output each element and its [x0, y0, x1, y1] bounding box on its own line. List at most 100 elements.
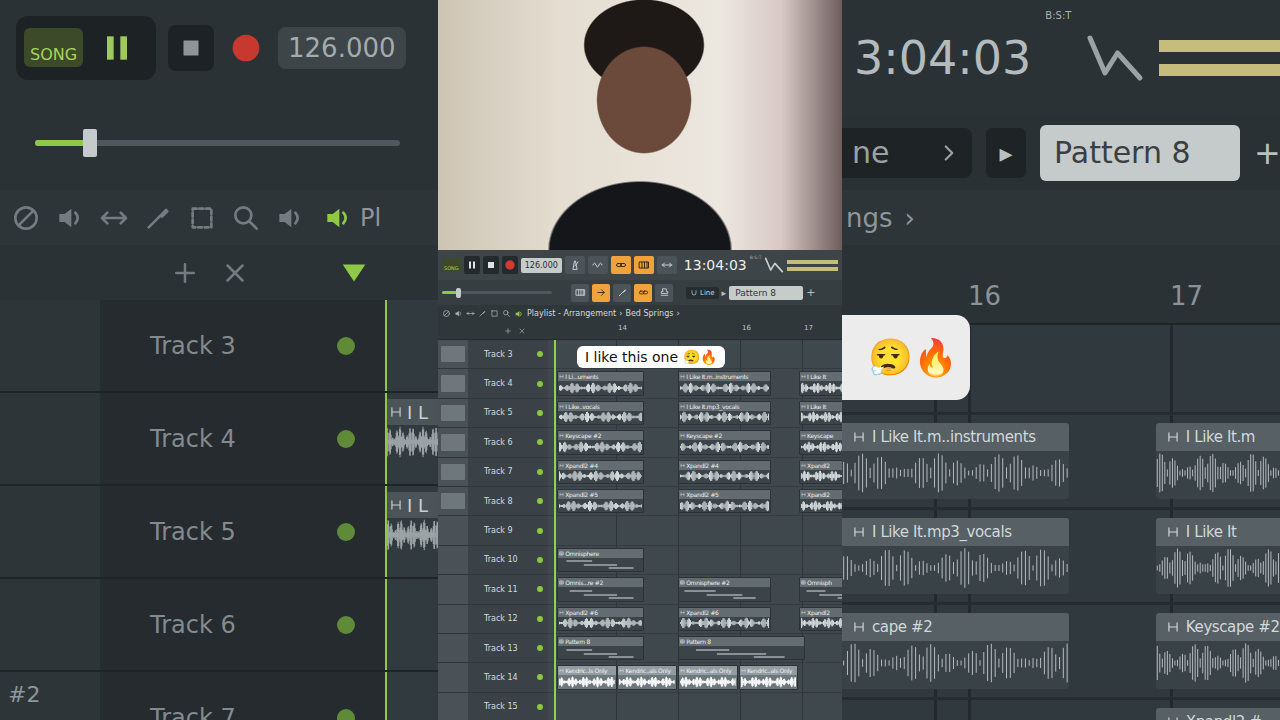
pattern-clip[interactable]: Omnisphere #2 [678, 577, 771, 601]
audio-clip[interactable]: I Like It.m..instruments [678, 371, 771, 395]
audio-clip[interactable]: Xpandl2 # [1156, 708, 1280, 720]
tool-button[interactable] [571, 284, 589, 302]
track-name[interactable]: Track 6 [100, 611, 337, 639]
audio-clip[interactable]: Keyscape #2 [678, 430, 771, 454]
toggle-button[interactable] [657, 256, 677, 274]
track-enable-dot[interactable] [537, 645, 543, 651]
audio-clip[interactable]: Keyscape #2 [1156, 613, 1280, 689]
track-enable-dot[interactable] [337, 523, 355, 541]
audio-clip[interactable]: I Li...uments [557, 371, 644, 395]
toggle-button[interactable] [565, 256, 585, 274]
track-name[interactable]: Track 4 [468, 379, 537, 388]
pattern-selector[interactable]: Pattern 8 [729, 286, 803, 300]
song-mode-button[interactable]: SONG [442, 258, 461, 273]
audio-clip[interactable]: I Like It [1156, 518, 1280, 594]
track-enable-dot[interactable] [337, 337, 355, 355]
audio-clip[interactable]: Xpandl2 #4 [678, 460, 771, 484]
master-volume-slider[interactable] [442, 291, 552, 294]
pause-icon[interactable] [97, 28, 137, 68]
audio-clip[interactable]: I Like It.mp3_vocals [842, 518, 1069, 594]
cross-icon[interactable] [518, 327, 526, 335]
snap-dropdown[interactable]: Line [686, 287, 719, 299]
audio-clip[interactable]: Xpandl2 #6 [678, 607, 771, 631]
pattern-clip[interactable]: Pattern 8 [678, 636, 805, 660]
pattern-clip[interactable]: Omnisph [799, 577, 842, 601]
track-enable-dot[interactable] [537, 498, 543, 504]
audio-clip[interactable]: Xpandl2 [799, 460, 842, 484]
track-header[interactable]: Track 8 [438, 487, 548, 516]
pattern-arrow-button[interactable]: ▸ [986, 128, 1026, 178]
tool-button[interactable] [613, 284, 631, 302]
track-name[interactable]: Track 6 [468, 438, 537, 447]
track-header[interactable]: Track 5 [438, 399, 548, 428]
audio-clip[interactable]: Xpandl2 [799, 607, 842, 631]
track-enable-dot[interactable] [537, 469, 543, 475]
audio-clip[interactable]: I Like It.m [1156, 423, 1280, 499]
song-mode-button[interactable]: SONG [16, 16, 156, 80]
audio-clip[interactable]: Xpandl2 #6 [557, 607, 644, 631]
audio-clip[interactable]: Kendric..als Only [617, 665, 677, 689]
pattern-clip[interactable]: Pattern 8 [557, 636, 644, 660]
tempo-display[interactable]: 126.000 [278, 27, 406, 69]
track-header[interactable]: Track 6 [438, 428, 548, 457]
pattern-clip[interactable]: Omnisphere [557, 548, 644, 572]
track-enable-dot[interactable] [537, 381, 543, 387]
cross-icon[interactable] [220, 258, 250, 288]
tool-button[interactable] [592, 284, 610, 302]
track-name[interactable]: Track 7 [468, 467, 537, 476]
audio-clip[interactable]: I Like It.mp3_vocals [678, 401, 771, 425]
zoom-icon[interactable] [230, 202, 262, 234]
add-pattern-button[interactable]: + [1254, 134, 1280, 172]
audio-clip[interactable]: Kendric..ls Only [557, 665, 617, 689]
track-enable-dot[interactable] [537, 528, 543, 534]
track-name[interactable]: Track 8 [468, 497, 537, 506]
track-name[interactable]: Track 13 [468, 644, 537, 653]
track-enable-dot[interactable] [537, 351, 543, 357]
audio-clip[interactable]: Xpandl2 #5 [557, 489, 644, 513]
tempo-display[interactable]: 126.000 [521, 258, 562, 273]
track-name[interactable]: Track 7 [100, 704, 337, 720]
pattern-clip[interactable]: Omnis...re #2 [557, 577, 644, 601]
plus-icon[interactable] [170, 258, 200, 288]
audio-clip[interactable]: I Like It.m..instruments [842, 423, 1069, 499]
audio-clip[interactable]: I Like It [799, 401, 842, 425]
record-button[interactable] [502, 256, 518, 274]
track-enable-dot[interactable] [537, 586, 543, 592]
track-enable-dot[interactable] [537, 410, 543, 416]
track-header[interactable]: Track 11 [438, 575, 548, 604]
track-enable-dot[interactable] [337, 616, 355, 634]
track-header[interactable]: Track 7 [438, 458, 548, 487]
tool-button[interactable] [634, 284, 652, 302]
plus-icon[interactable] [504, 327, 512, 335]
select-icon[interactable] [186, 202, 218, 234]
track-header[interactable]: Track 9 [438, 516, 548, 545]
track-enable-dot[interactable] [537, 674, 543, 680]
slider-knob[interactable] [456, 288, 461, 298]
brush-icon[interactable] [142, 202, 174, 234]
audio-clip[interactable]: Keyscape #2 [557, 430, 644, 454]
audio-clip[interactable]: Keyscape [799, 430, 842, 454]
toggle-button[interactable] [588, 256, 608, 274]
add-pattern-button[interactable]: + [806, 286, 815, 299]
track-enable-dot[interactable] [537, 616, 543, 622]
track-enable-dot[interactable] [537, 557, 543, 563]
audio-clip[interactable]: Kendric..als Only [678, 665, 738, 689]
track-name[interactable]: Track 3 [100, 332, 337, 360]
slider-knob[interactable] [83, 129, 97, 157]
stop-button[interactable] [168, 25, 214, 71]
track-enable-dot[interactable] [337, 430, 355, 448]
audio-clip[interactable]: Xpandl2 #5 [678, 489, 771, 513]
audio-clip[interactable]: I Like..vocals [557, 401, 644, 425]
ban-icon[interactable] [442, 309, 451, 318]
track-header[interactable]: Track 15 [438, 693, 548, 720]
clip-label[interactable]: I L [387, 399, 438, 425]
track-header[interactable]: Track 4 [438, 369, 548, 398]
speaker-icon[interactable] [274, 202, 306, 234]
track-enable-dot[interactable] [537, 439, 543, 445]
brush-icon[interactable] [478, 309, 487, 318]
toggle-button[interactable] [634, 256, 654, 274]
track-name[interactable]: Track 4 [100, 425, 337, 453]
stop-button[interactable] [483, 256, 499, 274]
track-name[interactable]: Track 15 [468, 702, 537, 711]
zoom-icon[interactable] [502, 309, 511, 318]
